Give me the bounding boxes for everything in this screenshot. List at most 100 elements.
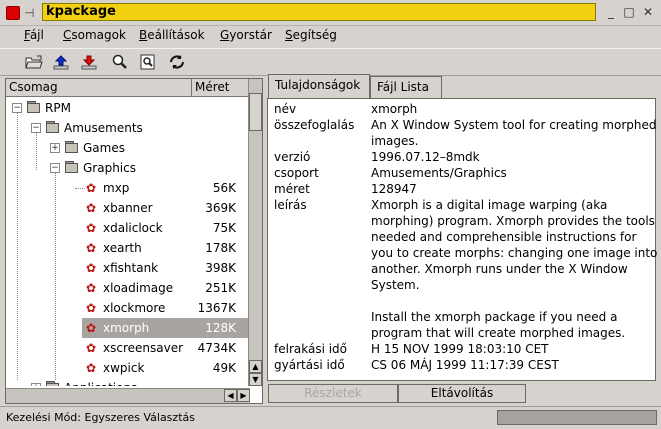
find-file-icon[interactable] — [138, 52, 158, 72]
toolbar — [0, 48, 661, 76]
menu-cache[interactable]: Gyorstár — [220, 28, 272, 42]
uninstall-icon[interactable] — [79, 52, 99, 72]
menu-packages[interactable]: Csomagok — [63, 28, 126, 42]
property-key: leírás — [274, 198, 307, 212]
property-key: felrakási idő — [274, 342, 348, 356]
property-value: CS 06 MÁJ 1999 11:17:39 CEST — [371, 358, 559, 372]
column-header-size[interactable]: Méret — [192, 79, 250, 97]
pin-icon[interactable]: ⊣ — [24, 6, 34, 20]
tree-package-mxp[interactable]: ✿ mxp 56K — [6, 178, 250, 198]
package-name: xearth — [103, 241, 142, 255]
property-value-line: needed and comprehensible instructions f… — [371, 230, 637, 244]
property-value: 1996.07.12–8mdk — [371, 150, 480, 164]
tree-node-label: Graphics — [83, 161, 136, 175]
tree-vertical-scrollbar[interactable]: ▲ ▼ — [248, 79, 262, 386]
property-value-line: Xmorph is a digital image warping (aka — [371, 198, 608, 212]
tree-node-rpm[interactable]: − RPM — [6, 98, 250, 118]
package-size: 4734K — [197, 341, 236, 355]
menu-settings[interactable]: Beállítások — [139, 28, 205, 42]
tree-horizontal-scrollbar[interactable]: ◀ ▶ — [6, 388, 250, 403]
tree-node-applications[interactable]: + Applications — [6, 378, 250, 386]
package-icon: ✿ — [86, 181, 97, 195]
kde-app-icon[interactable] — [6, 6, 20, 20]
package-size: 369K — [205, 201, 236, 215]
property-value: H 15 NOV 1999 18:03:10 CET — [371, 342, 549, 356]
minimize-icon[interactable]: _ — [604, 5, 618, 19]
open-icon[interactable] — [24, 52, 44, 72]
scrollbar-thumb[interactable] — [249, 93, 262, 131]
tab-properties[interactable]: Tulajdonságok — [268, 74, 370, 99]
collapse-icon[interactable]: − — [12, 103, 22, 113]
package-icon: ✿ — [86, 221, 97, 235]
package-tree-panel: Csomag Méret − RPM − Amusements + Games … — [5, 78, 263, 404]
tree-node-games[interactable]: + Games — [6, 138, 250, 158]
property-value-line: images. — [371, 134, 419, 148]
property-value-line: Install the xmorph package if you need a — [371, 310, 618, 324]
folder-icon — [46, 381, 60, 386]
package-icon: ✿ — [86, 201, 97, 215]
expand-icon[interactable]: + — [50, 143, 60, 153]
package-size: 398K — [205, 261, 236, 275]
tree-package-xfishtank[interactable]: ✿ xfishtank 398K — [6, 258, 250, 278]
property-key: méret — [274, 182, 310, 196]
package-size: 128K — [205, 321, 236, 335]
package-icon: ✿ — [86, 361, 97, 375]
property-value-line: An X Window System tool for creating mor… — [371, 118, 657, 132]
tree-package-xearth[interactable]: ✿ xearth 178K — [6, 238, 250, 258]
tree-node-label: RPM — [45, 101, 71, 115]
tree-package-xmorph-selected[interactable]: ✿ xmorph 128K — [82, 318, 250, 338]
tree-node-amusements[interactable]: − Amusements — [6, 118, 250, 138]
tree-node-label: Games — [83, 141, 125, 155]
tree-package-xbanner[interactable]: ✿ xbanner 369K — [6, 198, 250, 218]
package-name: xscreensaver — [103, 341, 184, 355]
status-progress-bar — [497, 410, 657, 425]
package-icon: ✿ — [86, 261, 97, 275]
property-key: verzió — [274, 150, 311, 164]
tree-node-graphics[interactable]: − Graphics — [6, 158, 250, 178]
tree-package-xlockmore[interactable]: ✿ xlockmore 1367K — [6, 298, 250, 318]
package-name: xwpick — [103, 361, 145, 375]
tree-package-xwpick[interactable]: ✿ xwpick 49K — [6, 358, 250, 378]
scroll-right-icon[interactable]: ▶ — [237, 389, 250, 402]
folder-icon — [27, 101, 41, 114]
find-icon[interactable] — [110, 52, 130, 72]
package-size: 178K — [205, 241, 236, 255]
property-value-line: program that will create morphed images. — [371, 326, 626, 340]
property-key: összefoglalás — [274, 118, 355, 132]
package-size: 251K — [205, 281, 236, 295]
tree-package-xdaliclock[interactable]: ✿ xdaliclock 75K — [6, 218, 250, 238]
scroll-left-icon[interactable]: ◀ — [224, 389, 237, 402]
details-button[interactable]: Részletek — [268, 384, 398, 403]
menu-help[interactable]: Segítség — [285, 28, 337, 42]
property-key: gyártási idő — [274, 358, 345, 372]
package-icon: ✿ — [86, 301, 97, 315]
uninstall-button[interactable]: Eltávolítás — [398, 384, 526, 403]
package-name: mxp — [103, 181, 130, 195]
package-name: xmorph — [103, 321, 150, 335]
scroll-up-icon[interactable]: ▲ — [249, 360, 262, 373]
reload-icon[interactable] — [167, 52, 187, 72]
menu-file[interactable]: Fájl — [24, 28, 44, 42]
package-name: xlockmore — [103, 301, 166, 315]
collapse-icon[interactable]: − — [31, 123, 41, 133]
tab-file-list[interactable]: Fájl Lista — [370, 76, 442, 98]
package-name: xfishtank — [103, 261, 159, 275]
tree-package-xloadimage[interactable]: ✿ xloadimage 251K — [6, 278, 250, 298]
column-header-package[interactable]: Csomag — [6, 79, 192, 97]
close-icon[interactable]: ✕ — [641, 5, 655, 19]
tree-package-xscreensaver[interactable]: ✿ xscreensaver 4734K — [6, 338, 250, 358]
property-value-line: System. — [371, 278, 420, 292]
folder-icon — [65, 141, 79, 154]
maximize-icon[interactable]: □ — [622, 5, 636, 19]
package-size: 75K — [212, 221, 236, 235]
property-key: név — [274, 102, 297, 116]
property-value: Amusements/Graphics — [371, 166, 507, 180]
expand-icon[interactable]: + — [31, 383, 41, 386]
install-icon[interactable] — [51, 52, 71, 72]
collapse-icon[interactable]: − — [50, 163, 60, 173]
package-icon: ✿ — [86, 341, 97, 355]
scroll-down-icon[interactable]: ▼ — [249, 373, 262, 386]
package-tree: − RPM − Amusements + Games − Graphics ✿ … — [6, 98, 250, 386]
package-icon: ✿ — [86, 321, 97, 335]
package-size: 1367K — [197, 301, 236, 315]
